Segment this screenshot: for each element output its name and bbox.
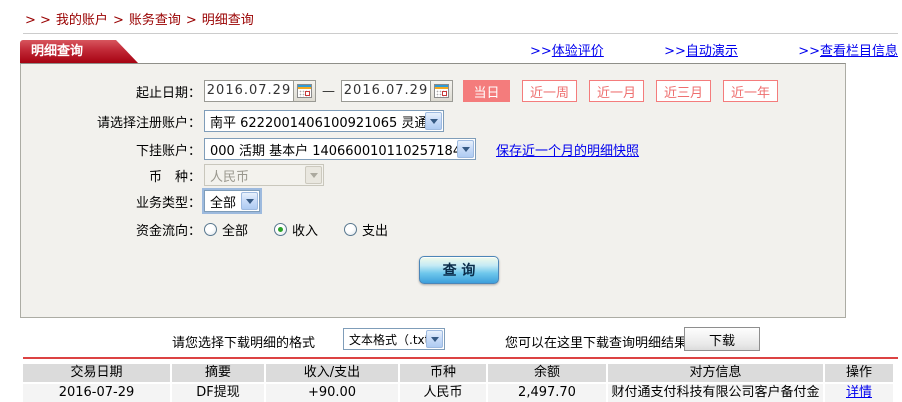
table-top-divider [23, 357, 898, 359]
download-format-value: 文本格式（.txt） [345, 331, 426, 348]
table-header-row: 交易日期 摘要 收入/支出 币种 余额 对方信息 操作 [23, 364, 895, 382]
date-to-calendar-button[interactable] [430, 81, 452, 101]
sub-account-select[interactable]: 000 活期 基本户 1406600101102571848 [204, 138, 476, 160]
calendar-icon [434, 84, 449, 98]
breadcrumb-item-my-account[interactable]: 我的账户 [56, 13, 108, 28]
sub-account-value: 000 活期 基本户 1406600101102571848 [206, 140, 457, 159]
currency-value: 人民币 [206, 166, 305, 185]
cell-summary: DF提现 [172, 384, 264, 402]
register-account-label: 请选择注册账户： [21, 112, 201, 131]
fund-flow-expense-option[interactable]: 支出 [344, 220, 388, 239]
col-header-currency: 币种 [400, 364, 486, 382]
business-type-row: 业务类型： 全部 [21, 190, 845, 212]
query-form-panel: 起止日期： 2016.07.29 — 2016.07.29 当日 近一周 [20, 63, 846, 318]
experience-rating-link[interactable]: >>体验评价 [530, 40, 604, 59]
link-arrows: >> [664, 44, 686, 59]
quick-range-year-button[interactable]: 近一年 [723, 80, 778, 102]
download-hint-text: 您可以在这里下载查询明细结果 [505, 332, 687, 351]
query-button[interactable]: 查 询 [419, 256, 499, 284]
col-header-summary: 摘要 [172, 364, 264, 382]
fund-flow-label: 资金流向： [21, 220, 201, 239]
quick-range-month-button[interactable]: 近一月 [589, 80, 644, 102]
breadcrumb-prefix: > > [25, 13, 51, 28]
download-format-select-wrap: 文本格式（.txt） [343, 328, 445, 350]
date-range-dash: — [322, 84, 335, 99]
breadcrumb: > > 我的账户 > 账务查询 > 明细查询 [25, 9, 259, 28]
cell-amount: +90.00 [266, 384, 398, 402]
business-type-value: 全部 [206, 192, 241, 211]
register-account-value: 南平 6222001406100921065 灵通卡 [206, 112, 425, 131]
fund-flow-expense-label: 支出 [362, 220, 388, 239]
page: > >我的账户>账务查询>明细查询 明细查询 >>体验评价 >>自动演示 >>查… [0, 0, 902, 402]
experience-rating-label: 体验评价 [552, 44, 604, 59]
chevron-down-icon[interactable] [241, 192, 258, 210]
fund-flow-income-option[interactable]: 收入 [274, 220, 318, 239]
col-header-amount: 收入/支出 [266, 364, 398, 382]
download-button[interactable]: 下载 [684, 327, 760, 351]
calendar-icon [297, 84, 312, 98]
detail-link[interactable]: 详情 [846, 385, 872, 400]
currency-select: 人民币 [204, 164, 324, 186]
cell-counterparty: 财付通支付科技有限公司客户备付金 [608, 384, 823, 402]
col-header-action: 操作 [825, 364, 893, 382]
business-type-select[interactable]: 全部 [204, 190, 260, 212]
cell-balance: 2,497.70 [488, 384, 606, 402]
fund-flow-income-label: 收入 [292, 220, 318, 239]
currency-row: 币 种： 人民币 [21, 164, 845, 186]
date-range-row: 起止日期： 2016.07.29 — 2016.07.29 当日 近一周 [21, 80, 845, 102]
register-account-select[interactable]: 南平 6222001406100921065 灵通卡 [204, 110, 444, 132]
download-format-select[interactable]: 文本格式（.txt） [343, 328, 445, 350]
fund-flow-radio-group: 全部 收入 支出 [204, 220, 388, 239]
business-type-label: 业务类型： [21, 192, 201, 211]
column-info-label: 查看栏目信息 [820, 44, 898, 59]
chevron-down-icon[interactable] [457, 140, 474, 158]
breadcrumb-item-account-query[interactable]: 账务查询 [129, 13, 181, 28]
date-to-value[interactable]: 2016.07.29 [342, 81, 430, 101]
save-snapshot-link[interactable]: 保存近一个月的明细快照 [496, 140, 639, 159]
chevron-down-icon[interactable] [425, 112, 442, 130]
cell-date: 2016-07-29 [23, 384, 170, 402]
radio-checked-icon[interactable] [274, 223, 287, 236]
link-arrows: >> [530, 44, 552, 59]
column-info-link[interactable]: >>查看栏目信息 [798, 40, 898, 59]
col-header-balance: 余额 [488, 364, 606, 382]
link-arrows: >> [798, 44, 820, 59]
register-account-row: 请选择注册账户： 南平 6222001406100921065 灵通卡 [21, 110, 845, 132]
table-row: 2016-07-29 DF提现 +90.00 人民币 2,497.70 财付通支… [23, 384, 895, 402]
quick-range-week-button[interactable]: 近一周 [522, 80, 577, 102]
cell-currency: 人民币 [400, 384, 486, 402]
date-to-input[interactable]: 2016.07.29 [341, 80, 453, 102]
quick-range-today-button[interactable]: 当日 [463, 80, 510, 102]
quick-range-3months-button[interactable]: 近三月 [656, 80, 711, 102]
fund-flow-all-option[interactable]: 全部 [204, 220, 248, 239]
auto-demo-link[interactable]: >>自动演示 [664, 40, 738, 59]
date-from-calendar-button[interactable] [293, 81, 315, 101]
download-format-label: 请您选择下载明细的格式 [172, 332, 315, 351]
cell-action: 详情 [825, 384, 893, 402]
radio-icon[interactable] [204, 223, 217, 236]
date-range-label: 起止日期： [21, 82, 201, 101]
fund-flow-row: 资金流向： 全部 收入 支出 [21, 218, 845, 240]
date-from-value[interactable]: 2016.07.29 [205, 81, 293, 101]
breadcrumb-divider [23, 33, 898, 34]
auto-demo-label: 自动演示 [686, 44, 738, 59]
col-header-counterparty: 对方信息 [608, 364, 823, 382]
radio-icon[interactable] [344, 223, 357, 236]
top-links: >>体验评价 >>自动演示 >>查看栏目信息 [530, 40, 898, 59]
chevron-down-icon [305, 166, 322, 184]
currency-label: 币 种： [21, 166, 201, 185]
sub-account-label: 下挂账户： [21, 140, 201, 159]
chevron-down-icon[interactable] [426, 330, 443, 348]
breadcrumb-item-detail-query[interactable]: 明细查询 [202, 13, 254, 28]
fund-flow-all-label: 全部 [222, 220, 248, 239]
date-from-input[interactable]: 2016.07.29 [204, 80, 316, 102]
breadcrumb-separator: > [186, 13, 197, 28]
breadcrumb-separator: > [113, 13, 124, 28]
col-header-date: 交易日期 [23, 364, 170, 382]
result-table: 交易日期 摘要 收入/支出 币种 余额 对方信息 操作 2016-07-29 D… [23, 364, 895, 402]
sub-account-row: 下挂账户： 000 活期 基本户 1406600101102571848 保存近… [21, 138, 845, 160]
page-title-tab: 明细查询 [20, 40, 138, 63]
